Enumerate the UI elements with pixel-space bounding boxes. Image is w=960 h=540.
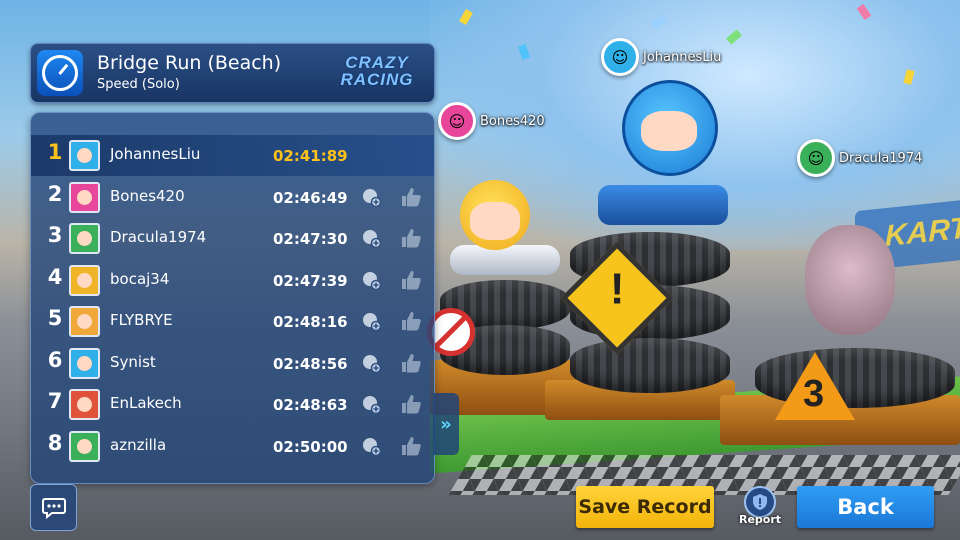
result-row[interactable]: 6 Synist 02:48:56	[31, 343, 434, 384]
add-friend-chat-icon[interactable]	[361, 270, 381, 290]
result-row[interactable]: 8 aznzilla 02:50:00	[31, 426, 434, 467]
race-time: 02:46:49	[273, 188, 348, 207]
result-row[interactable]: 1 JohannesLiu 02:41:89	[31, 135, 434, 176]
second-place-character	[460, 180, 530, 250]
podium-tag-first: ☺ JohannesLiu	[601, 38, 721, 76]
chat-bubble-icon	[41, 497, 66, 519]
thumbs-up-icon[interactable]	[400, 352, 422, 374]
track-header: Bridge Run (Beach) Speed (Solo) CRAZY RA…	[30, 43, 435, 103]
podium-tag-name: Bones420	[480, 113, 545, 129]
player-name: Synist	[110, 352, 156, 371]
podium-tag-name: JohannesLiu	[643, 49, 722, 65]
add-friend-chat-icon[interactable]	[361, 311, 381, 331]
rank-number: 1	[47, 140, 63, 164]
game-logo: CRAZY RACING	[331, 54, 423, 88]
rank-number: 6	[47, 347, 63, 372]
player-name: aznzilla	[110, 435, 167, 454]
game-logo-line2: RACING	[340, 70, 414, 89]
result-row[interactable]: 4 bocaj34 02:47:39	[31, 260, 434, 301]
add-friend-chat-icon[interactable]	[361, 353, 381, 373]
result-row[interactable]: 2 Bones420 02:46:49	[31, 177, 434, 218]
winner-character	[622, 80, 718, 176]
save-record-button[interactable]: Save Record	[576, 486, 714, 528]
winner-kart	[598, 185, 728, 225]
race-time: 02:41:89	[273, 147, 348, 165]
player-name: FLYBRYE	[110, 311, 173, 329]
rank-number: 3	[47, 223, 63, 247]
game-logo-line1: CRAZY	[345, 53, 409, 72]
thumbs-up-icon[interactable]	[400, 186, 422, 208]
player-avatar-pin: ☺	[438, 102, 476, 140]
podium-tag-third: ☺ Dracula1974	[797, 139, 922, 177]
add-friend-chat-icon[interactable]	[361, 228, 381, 248]
rank-number: 8	[47, 430, 63, 455]
podium-tire	[570, 338, 730, 393]
player-avatar[interactable]	[69, 306, 100, 337]
player-name: Dracula1974	[110, 228, 207, 246]
race-time: 02:47:39	[273, 271, 348, 290]
chat-button[interactable]	[30, 484, 77, 531]
expand-panel-button[interactable]: »	[433, 393, 459, 455]
podium-tag-second: ☺ Bones420	[438, 102, 545, 140]
result-row[interactable]: 3 Dracula1974 02:47:30	[31, 218, 434, 259]
player-name: JohannesLiu	[110, 145, 201, 163]
podium-tag-name: Dracula1974	[839, 150, 923, 166]
back-button[interactable]: Back	[797, 486, 934, 528]
player-avatar[interactable]	[69, 347, 100, 379]
race-time: 02:50:00	[273, 437, 348, 456]
speedometer-icon	[37, 50, 83, 96]
player-avatar[interactable]	[69, 181, 100, 213]
thumbs-up-icon[interactable]	[400, 269, 422, 291]
third-place-character	[805, 225, 895, 335]
add-friend-chat-icon[interactable]	[361, 187, 381, 207]
race-mode: Speed (Solo)	[97, 77, 180, 92]
race-time: 02:48:56	[273, 354, 348, 373]
third-place-number: 3	[803, 373, 825, 415]
rank-number: 7	[47, 389, 63, 413]
rank-number: 5	[47, 306, 63, 330]
race-time: 02:48:63	[273, 396, 348, 414]
player-avatar-pin: ☺	[601, 38, 639, 76]
player-avatar[interactable]	[69, 430, 100, 462]
report-button[interactable]: Report	[737, 486, 783, 532]
add-friend-chat-icon[interactable]	[361, 394, 381, 414]
rank-number: 2	[47, 181, 63, 206]
player-name: EnLakech	[110, 394, 182, 412]
player-avatar-pin: ☺	[797, 139, 835, 177]
thumbs-up-icon[interactable]	[400, 310, 422, 332]
race-time: 02:47:30	[273, 230, 348, 248]
results-leaderboard: 1 JohannesLiu 02:41:89 2 Bones420 02:46:49 3 Dr…	[30, 112, 435, 484]
player-avatar[interactable]	[69, 140, 100, 171]
thumbs-up-icon[interactable]	[400, 435, 422, 457]
result-row[interactable]: 7 EnLakech 02:48:63	[31, 384, 434, 425]
result-row[interactable]: 5 FLYBRYE 02:48:16	[31, 301, 434, 342]
race-time: 02:48:16	[273, 313, 348, 331]
player-avatar[interactable]	[69, 264, 100, 296]
player-avatar[interactable]	[69, 223, 100, 254]
add-friend-chat-icon[interactable]	[361, 436, 381, 456]
thumbs-up-icon[interactable]	[400, 393, 422, 415]
thumbs-up-icon[interactable]	[400, 227, 422, 249]
rank-number: 4	[47, 264, 63, 289]
player-name: Bones420	[110, 186, 185, 205]
second-place-kart	[450, 245, 560, 275]
report-label: Report	[738, 513, 782, 526]
player-avatar[interactable]	[69, 389, 100, 420]
track-name: Bridge Run (Beach)	[97, 52, 282, 74]
player-name: bocaj34	[110, 269, 170, 288]
